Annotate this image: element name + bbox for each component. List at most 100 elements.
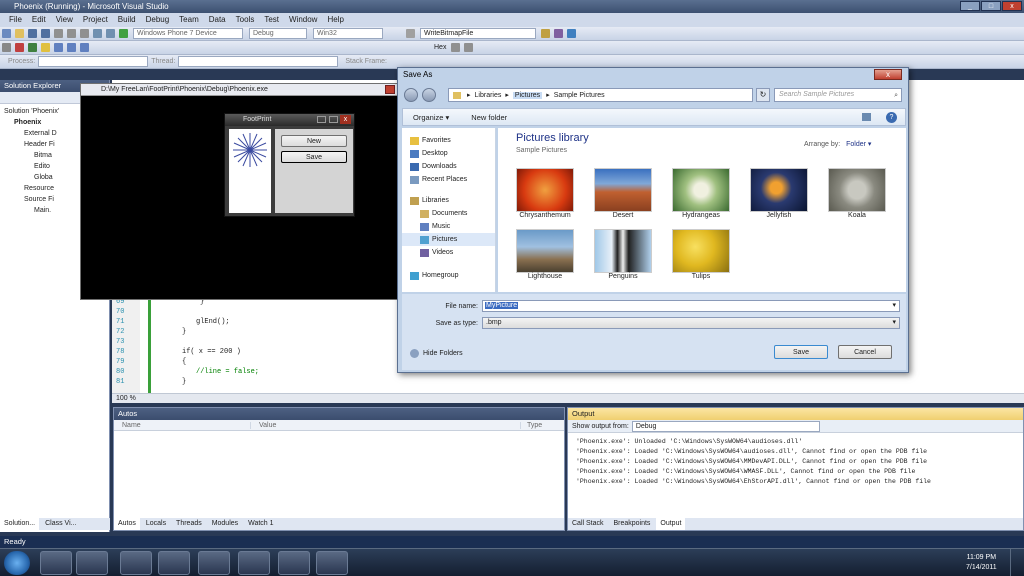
arrange-value[interactable]: Folder ▾	[846, 141, 871, 148]
menu-help[interactable]: Help	[322, 13, 348, 27]
nav-videos[interactable]: Videos	[402, 246, 495, 259]
tab-locals[interactable]: Locals	[142, 518, 170, 530]
column-type[interactable]: Type	[520, 421, 542, 429]
menu-team[interactable]: Team	[174, 13, 204, 27]
thumbnail-jellyfish[interactable]: Jellyfish	[750, 168, 808, 219]
ie-icon[interactable]	[40, 551, 72, 575]
breakpoints-icon[interactable]	[451, 43, 461, 52]
canvas-preview[interactable]	[229, 129, 271, 213]
solution-explorer-icon[interactable]	[541, 29, 550, 38]
toolbox-icon[interactable]	[567, 29, 576, 38]
thumbnail-lighthouse[interactable]: Lighthouse	[516, 229, 574, 280]
step-out-icon[interactable]	[80, 43, 89, 52]
minimize-button[interactable]: _	[960, 1, 980, 11]
menu-window[interactable]: Window	[284, 13, 322, 27]
back-button[interactable]	[404, 88, 418, 102]
dialog-close-button[interactable]: x	[874, 69, 902, 80]
nav-favorites[interactable]: Favorites	[402, 134, 495, 147]
step-into-icon[interactable]	[54, 43, 63, 52]
nav-music[interactable]: Music	[402, 220, 495, 233]
view-icon[interactable]	[862, 113, 871, 121]
process-combo[interactable]	[38, 56, 149, 67]
output-icon[interactable]	[464, 43, 474, 52]
dialog-save-button[interactable]: Save	[774, 345, 828, 359]
find-combo[interactable]: WriteBitmapFile	[420, 28, 536, 39]
nav-documents[interactable]: Documents	[402, 207, 495, 220]
minimize-icon[interactable]	[317, 116, 326, 123]
tab-threads[interactable]: Threads	[172, 518, 206, 530]
output-source-combo[interactable]: Debug	[631, 420, 820, 432]
menu-debug[interactable]: Debug	[141, 13, 175, 27]
maximize-button[interactable]: □	[981, 1, 1001, 11]
show-next-statement-icon[interactable]	[41, 43, 50, 52]
tab-call-stack[interactable]: Call Stack	[568, 518, 608, 530]
save-all-icon[interactable]	[41, 29, 50, 38]
restart-icon[interactable]	[28, 43, 37, 52]
thumbnail-desert[interactable]: Desert	[594, 168, 652, 219]
help-icon[interactable]: ?	[886, 112, 897, 123]
visual-studio-icon[interactable]	[198, 551, 230, 575]
menu-edit[interactable]: Edit	[27, 13, 51, 27]
close-icon[interactable]: x	[340, 115, 351, 124]
cut-icon[interactable]	[54, 29, 63, 38]
refresh-icon[interactable]: ↻	[756, 88, 770, 102]
media-player-icon[interactable]	[120, 551, 152, 575]
notepad-icon[interactable]	[238, 551, 270, 575]
zoom-level[interactable]: 100 %	[116, 395, 136, 402]
paste-icon[interactable]	[80, 29, 89, 38]
config-combo[interactable]: Debug	[249, 28, 307, 39]
search-box[interactable]: Search Sample Pictures ⌕	[774, 88, 902, 102]
address-bar[interactable]: ▸ Libraries ▸ Pictures ▸ Sample Pictures	[448, 88, 753, 102]
copy-icon[interactable]	[67, 29, 76, 38]
device-combo[interactable]: Windows Phone 7 Device	[133, 28, 243, 39]
tab-modules[interactable]: Modules	[208, 518, 242, 530]
tab-solution-explorer[interactable]: Solution...	[0, 518, 40, 530]
nav-pictures[interactable]: Pictures	[402, 233, 495, 246]
step-over-icon[interactable]	[67, 43, 76, 52]
organize-button[interactable]: Organize ▾	[413, 113, 449, 122]
find-icon[interactable]	[406, 29, 415, 38]
stop-icon[interactable]	[15, 43, 24, 52]
breadcrumb-libraries[interactable]: Libraries	[475, 92, 502, 99]
pause-icon[interactable]	[2, 43, 11, 52]
show-desktop-button[interactable]	[1010, 549, 1024, 576]
thumbnail-hydrangeas[interactable]: Hydrangeas	[672, 168, 730, 219]
nav-desktop[interactable]: Desktop	[402, 147, 495, 160]
tab-watch-1[interactable]: Watch 1	[244, 518, 277, 530]
hex-toggle[interactable]: Hex	[431, 44, 449, 51]
new-folder-button[interactable]: New folder	[471, 113, 507, 122]
close-button[interactable]: x	[1002, 1, 1022, 11]
new-button[interactable]: New	[281, 135, 347, 147]
column-name[interactable]: Name	[114, 422, 250, 429]
thread-combo[interactable]	[178, 56, 339, 67]
undo-icon[interactable]	[93, 29, 102, 38]
nav-libraries[interactable]: Libraries	[402, 194, 495, 207]
save-button[interactable]: Save	[281, 151, 347, 163]
app-window-icon[interactable]	[316, 551, 348, 575]
start-button[interactable]	[4, 551, 30, 575]
menu-tools[interactable]: Tools	[231, 13, 260, 27]
tab-class-view[interactable]: Class Vi...	[41, 518, 80, 530]
dialog-cancel-button[interactable]: Cancel	[838, 345, 892, 359]
file-name-input[interactable]: MyPicture ▾	[482, 300, 900, 312]
nav-downloads[interactable]: Downloads	[402, 160, 495, 173]
menu-view[interactable]: View	[51, 13, 78, 27]
menu-project[interactable]: Project	[78, 13, 113, 27]
tab-output[interactable]: Output	[656, 518, 686, 530]
breadcrumb-pictures[interactable]: Pictures	[512, 91, 543, 99]
column-value[interactable]: Value	[250, 421, 520, 429]
maximize-icon[interactable]	[329, 116, 338, 123]
thumbnail-koala[interactable]: Koala	[828, 168, 886, 219]
nav-recent-places[interactable]: Recent Places	[402, 173, 495, 186]
save-type-select[interactable]: .bmp ▾	[482, 317, 900, 329]
open-icon[interactable]	[15, 29, 24, 38]
clock[interactable]: 11:09 PM 7/14/2011	[966, 553, 997, 573]
explorer-icon[interactable]	[76, 551, 108, 575]
breadcrumb-sample-pictures[interactable]: Sample Pictures	[554, 92, 605, 99]
forward-button[interactable]	[422, 88, 436, 102]
nav-homegroup[interactable]: Homegroup	[402, 269, 495, 282]
hide-folders-toggle[interactable]: Hide Folders	[410, 349, 463, 358]
platform-combo[interactable]: Win32	[313, 28, 383, 39]
save-icon[interactable]	[28, 29, 37, 38]
tab-autos[interactable]: Autos	[114, 518, 140, 530]
